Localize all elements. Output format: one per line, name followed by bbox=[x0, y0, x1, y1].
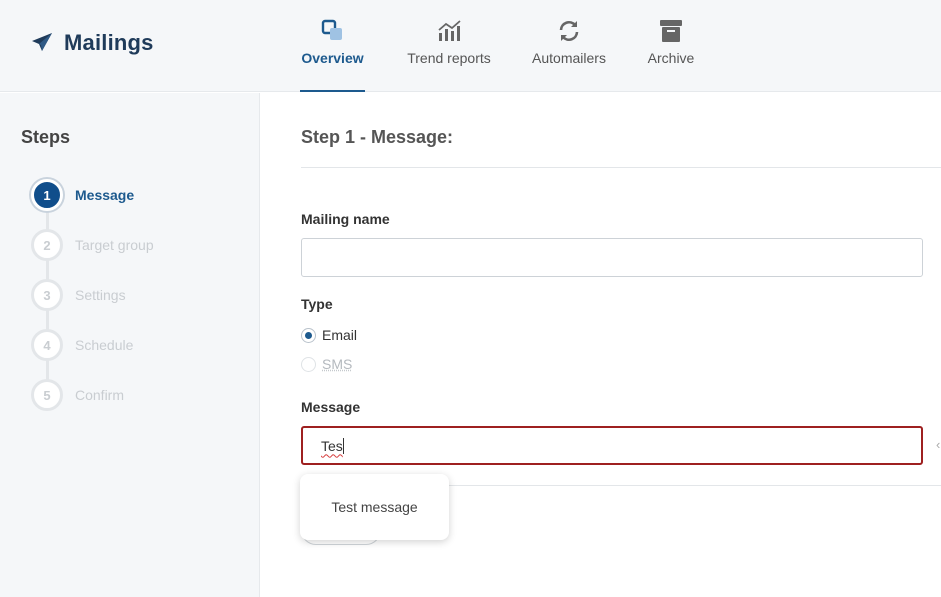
message-input-value: Tes bbox=[321, 437, 343, 454]
type-option-email[interactable]: Email bbox=[301, 327, 357, 343]
step-label: Schedule bbox=[75, 337, 134, 353]
step-confirm[interactable]: 5 Confirm bbox=[31, 379, 124, 411]
step-number: 3 bbox=[31, 279, 63, 311]
nav-trend-reports-label: Trend reports bbox=[407, 50, 491, 66]
type-option-sms: SMS bbox=[301, 356, 352, 372]
autocomplete-suggestion[interactable]: Test message bbox=[300, 474, 449, 540]
type-label: Type bbox=[301, 296, 333, 312]
text-cursor bbox=[342, 437, 344, 454]
nav-trend-reports[interactable]: Trend reports bbox=[399, 0, 499, 92]
nav-overview[interactable]: Overview bbox=[300, 0, 365, 92]
nav-overview-label: Overview bbox=[301, 50, 364, 66]
mailing-name-input[interactable] bbox=[301, 238, 923, 277]
step-number: 4 bbox=[31, 329, 63, 361]
message-label: Message bbox=[301, 399, 361, 415]
mailing-name-label: Mailing name bbox=[301, 211, 390, 227]
email-radio-label: Email bbox=[322, 327, 358, 343]
main-nav: Overview Trend reports Automailers Archi… bbox=[300, 0, 697, 92]
chart-icon bbox=[438, 20, 461, 41]
nav-archive[interactable]: Archive bbox=[645, 0, 697, 92]
step-number: 5 bbox=[31, 379, 63, 411]
nav-automailers[interactable]: Automailers bbox=[528, 0, 610, 92]
steps-sidebar: Steps 1 Message 2 Target group 3 Setting… bbox=[0, 93, 260, 597]
step-schedule[interactable]: 4 Schedule bbox=[31, 329, 133, 361]
sms-radio bbox=[301, 356, 316, 372]
top-header: Mailings Overview Trend reports Automail… bbox=[0, 0, 941, 92]
chevron-icon: ‹ bbox=[936, 437, 941, 452]
heading-divider bbox=[301, 167, 941, 168]
step-label: Settings bbox=[75, 287, 126, 303]
archive-icon bbox=[660, 20, 682, 42]
brand[interactable]: Mailings bbox=[30, 30, 154, 56]
sms-radio-label: SMS bbox=[322, 356, 353, 372]
app-title: Mailings bbox=[64, 30, 154, 55]
step-number: 2 bbox=[31, 229, 63, 261]
paper-plane-icon bbox=[32, 33, 52, 51]
overview-icon bbox=[321, 19, 342, 40]
message-input[interactable]: Tes bbox=[301, 426, 923, 465]
step-settings[interactable]: 3 Settings bbox=[31, 279, 126, 311]
step-number: 1 bbox=[31, 179, 63, 211]
step-target-group[interactable]: 2 Target group bbox=[31, 229, 154, 261]
nav-automailers-label: Automailers bbox=[532, 50, 606, 66]
step-label: Target group bbox=[75, 237, 154, 253]
step-message[interactable]: 1 Message bbox=[31, 179, 134, 211]
nav-archive-label: Archive bbox=[647, 50, 695, 66]
step-label: Message bbox=[75, 187, 135, 203]
refresh-icon bbox=[559, 21, 579, 41]
steps-title: Steps bbox=[21, 127, 71, 147]
email-radio[interactable] bbox=[301, 327, 316, 343]
page-title: Step 1 - Message: bbox=[301, 127, 454, 147]
step-label: Confirm bbox=[75, 387, 125, 403]
